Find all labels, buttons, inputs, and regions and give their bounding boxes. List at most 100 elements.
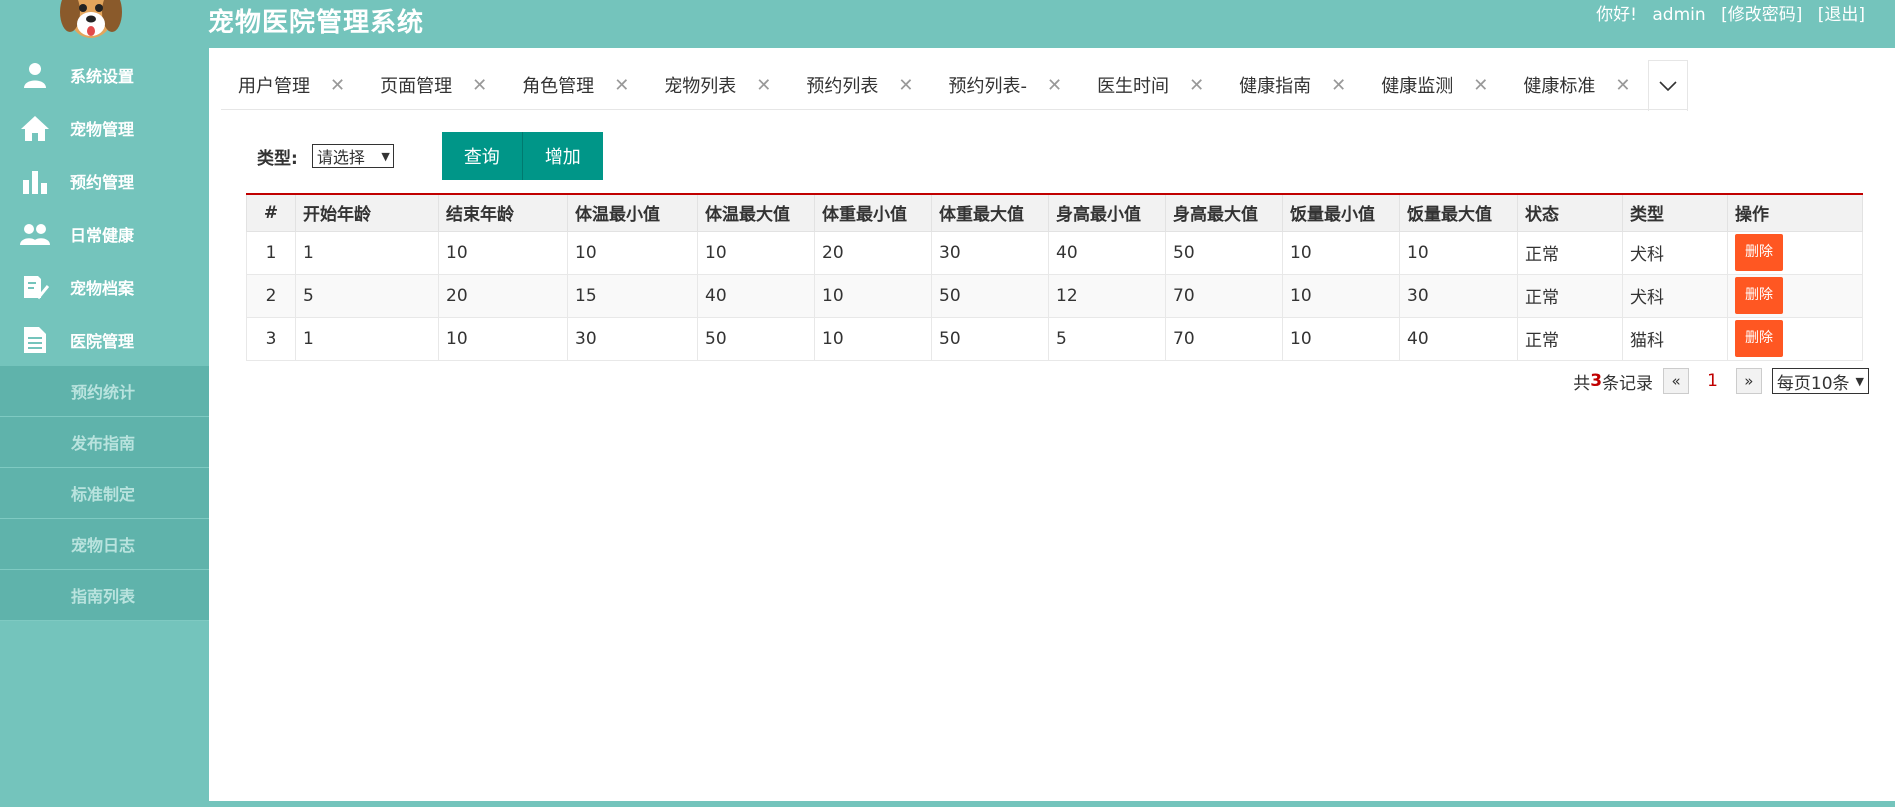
- delete-button[interactable]: 删除: [1735, 234, 1783, 271]
- user-icon: [20, 60, 50, 90]
- close-icon[interactable]: ✕: [330, 75, 345, 96]
- sidebar-subitem-pet-log[interactable]: 宠物日志: [0, 519, 209, 570]
- close-icon[interactable]: ✕: [1047, 75, 1062, 96]
- column-header: 结束年龄: [438, 193, 568, 232]
- tab-label: 医生时间: [1097, 76, 1170, 97]
- sidebar-item-system-settings[interactable]: 系统设置: [0, 48, 209, 101]
- username: admin: [1652, 5, 1706, 25]
- table-cell: 70: [1165, 316, 1283, 361]
- sidebar-item-pet-records[interactable]: 宠物档案: [0, 260, 209, 313]
- close-icon[interactable]: ✕: [1615, 75, 1630, 96]
- sidebar-subitem-appointment-stats[interactable]: 预约统计: [0, 366, 209, 417]
- record-count: 3: [1590, 371, 1603, 391]
- type-select[interactable]: 请选择 ▼: [311, 144, 394, 168]
- chevron-down-icon: ▼: [1855, 374, 1864, 388]
- greeting: 你好!: [1596, 5, 1637, 25]
- column-header: 开始年龄: [295, 193, 439, 232]
- page-size-select[interactable]: 每页10条 ▼: [1771, 368, 1869, 394]
- tab-health-monitoring[interactable]: 健康监测 ✕: [1364, 60, 1506, 110]
- tab-appointment-list[interactable]: 预约列表 ✕: [789, 60, 931, 110]
- delete-button[interactable]: 删除: [1735, 320, 1783, 357]
- delete-button[interactable]: 删除: [1735, 277, 1783, 314]
- table-header-row: # 开始年龄 结束年龄 体温最小值 体温最大值 体重最小值 体重最大值 身高最小…: [246, 193, 1863, 232]
- table-cell: 1: [295, 230, 439, 275]
- table-cell: 70: [1165, 273, 1283, 318]
- sidebar-item-daily-health[interactable]: 日常健康: [0, 207, 209, 260]
- type-select-value: 请选择: [316, 148, 365, 167]
- table-cell-actions: 删除: [1727, 316, 1863, 361]
- sidebar-item-label: 宠物管理: [70, 119, 135, 139]
- column-header: 体重最小值: [814, 193, 932, 232]
- group-icon: [20, 219, 50, 249]
- tab-health-standard[interactable]: 健康标准 ✕: [1506, 60, 1648, 110]
- table-cell: 正常: [1517, 230, 1623, 275]
- tab-health-guide[interactable]: 健康指南 ✕: [1222, 60, 1364, 110]
- table-cell: 猫科: [1622, 316, 1728, 361]
- close-icon[interactable]: ✕: [472, 75, 487, 96]
- column-header: 操作: [1727, 193, 1863, 232]
- tab-role-management[interactable]: 角色管理 ✕: [505, 60, 647, 110]
- page-size-value: 每页10条: [1776, 373, 1850, 394]
- column-header: 类型: [1622, 193, 1728, 232]
- close-icon[interactable]: ✕: [1331, 75, 1346, 96]
- tab-page-management[interactable]: 页面管理 ✕: [363, 60, 505, 110]
- table-cell: 10: [1282, 230, 1400, 275]
- tab-appointment-list-2[interactable]: 预约列表- ✕: [931, 60, 1080, 110]
- document-icon: [20, 325, 50, 355]
- sidebar-item-appointment-management[interactable]: 预约管理: [0, 154, 209, 207]
- record-count-prefix: 共: [1573, 373, 1591, 394]
- table-row: 3 1 10 30 50 10 50 5 70 10 40 正常 猫科 删除: [246, 316, 1863, 361]
- prev-page-button[interactable]: «: [1663, 368, 1690, 394]
- column-header: 体温最小值: [567, 193, 698, 232]
- table-cell: 5: [295, 273, 439, 318]
- sidebar-subitem-publish-guide[interactable]: 发布指南: [0, 417, 209, 468]
- tab-label: 宠物列表: [664, 76, 737, 97]
- sidebar-item-pet-management[interactable]: 宠物管理: [0, 101, 209, 154]
- column-header: #: [246, 193, 296, 232]
- table-cell-actions: 删除: [1727, 273, 1863, 318]
- table-cell: 50: [931, 273, 1049, 318]
- logout-link[interactable]: [退出]: [1818, 5, 1865, 25]
- column-header: 状态: [1517, 193, 1623, 232]
- sidebar-submenu: 预约统计 发布指南 标准制定 宠物日志 指南列表: [0, 366, 209, 621]
- tab-more-button[interactable]: [1648, 60, 1689, 111]
- table-cell: 犬科: [1622, 273, 1728, 318]
- next-page-button[interactable]: »: [1735, 368, 1762, 394]
- table-cell-actions: 删除: [1727, 230, 1863, 275]
- tab-doctor-time[interactable]: 医生时间 ✕: [1080, 60, 1222, 110]
- page-number-current[interactable]: 1: [1707, 371, 1718, 391]
- table-cell: 30: [567, 316, 698, 361]
- sidebar-subitem-guide-list[interactable]: 指南列表: [0, 570, 209, 621]
- close-icon[interactable]: ✕: [1189, 75, 1204, 96]
- close-icon[interactable]: ✕: [1473, 75, 1488, 96]
- action-buttons: 查询 增加: [441, 132, 603, 180]
- record-count-suffix: 条记录: [1602, 373, 1654, 394]
- pagination: 共 3 条记录 « 1 » 每页10条 ▼: [1573, 368, 1869, 394]
- table-cell: 5: [1048, 316, 1166, 361]
- sidebar-subitem-standard-setting[interactable]: 标准制定: [0, 468, 209, 519]
- tab-label: 角色管理: [522, 76, 595, 97]
- change-password-link[interactable]: [修改密码]: [1721, 5, 1802, 25]
- sidebar-item-hospital-management[interactable]: 医院管理: [0, 313, 209, 366]
- header: 宠物医院管理系统 你好! admin [修改密码] [退出]: [0, 0, 1895, 48]
- table-cell: 10: [1282, 316, 1400, 361]
- table-cell: 10: [814, 273, 932, 318]
- tab-label: 用户管理: [238, 76, 310, 97]
- table-cell: 正常: [1517, 316, 1623, 361]
- home-icon: [20, 113, 50, 143]
- table-cell: 20: [814, 230, 932, 275]
- table-cell: 30: [931, 230, 1049, 275]
- add-button[interactable]: 增加: [521, 132, 603, 180]
- column-header: 体温最大值: [697, 193, 815, 232]
- tab-user-management[interactable]: 用户管理 ✕: [221, 60, 363, 110]
- table-cell: 20: [438, 273, 568, 318]
- query-button[interactable]: 查询: [441, 132, 522, 180]
- table-cell: 2: [246, 273, 296, 318]
- close-icon[interactable]: ✕: [756, 75, 771, 96]
- tab-pet-list[interactable]: 宠物列表 ✕: [647, 60, 789, 110]
- table-row: 2 5 20 15 40 10 50 12 70 10 30 正常 犬科 删除: [246, 273, 1863, 318]
- close-icon[interactable]: ✕: [898, 75, 913, 96]
- column-header: 体重最大值: [931, 193, 1049, 232]
- table-cell: 30: [1399, 273, 1518, 318]
- close-icon[interactable]: ✕: [614, 75, 629, 96]
